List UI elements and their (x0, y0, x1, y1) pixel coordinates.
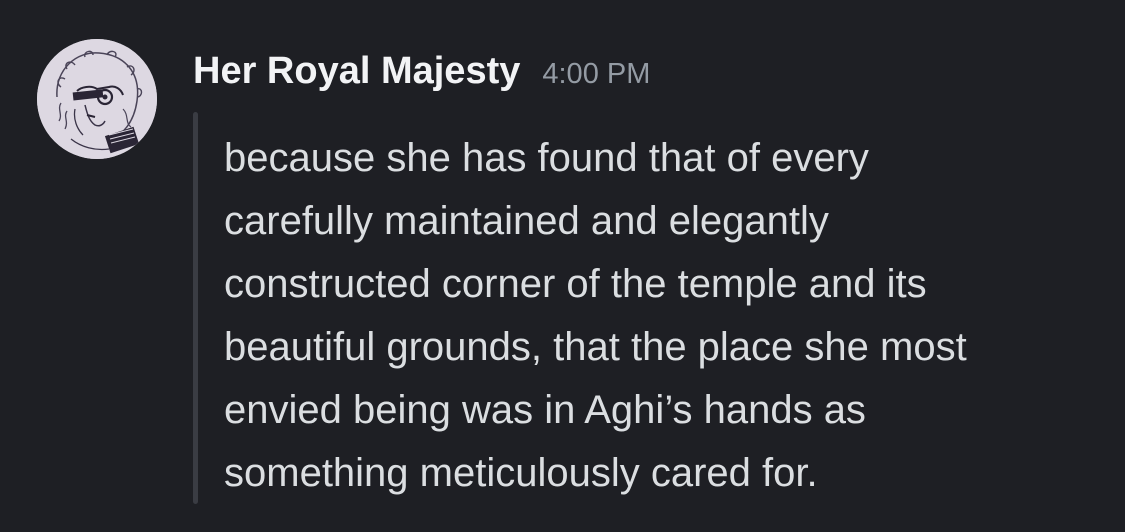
quote-line: carefully maintained and elegantly (224, 199, 829, 243)
quote-line: beautiful grounds, that the place she mo… (224, 325, 967, 369)
quote-line: because she has found that of every (224, 136, 869, 180)
message-header: Her Royal Majesty 4:00 PM (193, 50, 650, 100)
quote-bar (193, 112, 198, 504)
username[interactable]: Her Royal Majesty (193, 50, 520, 93)
chat-message: Her Royal Majesty 4:00 PM because she ha… (0, 0, 1125, 532)
user-avatar[interactable] (37, 39, 157, 159)
avatar-illustration-icon (37, 39, 157, 159)
quote-line: constructed corner of the temple and its (224, 262, 927, 306)
message-timestamp: 4:00 PM (542, 58, 651, 90)
quote-line: envied being was in Aghi’s hands as (224, 388, 866, 432)
quote-line: something meticulously cared for. (224, 451, 818, 495)
message-content: because she has found that of every care… (224, 127, 1104, 505)
block-quote: because she has found that of every care… (193, 112, 1093, 504)
